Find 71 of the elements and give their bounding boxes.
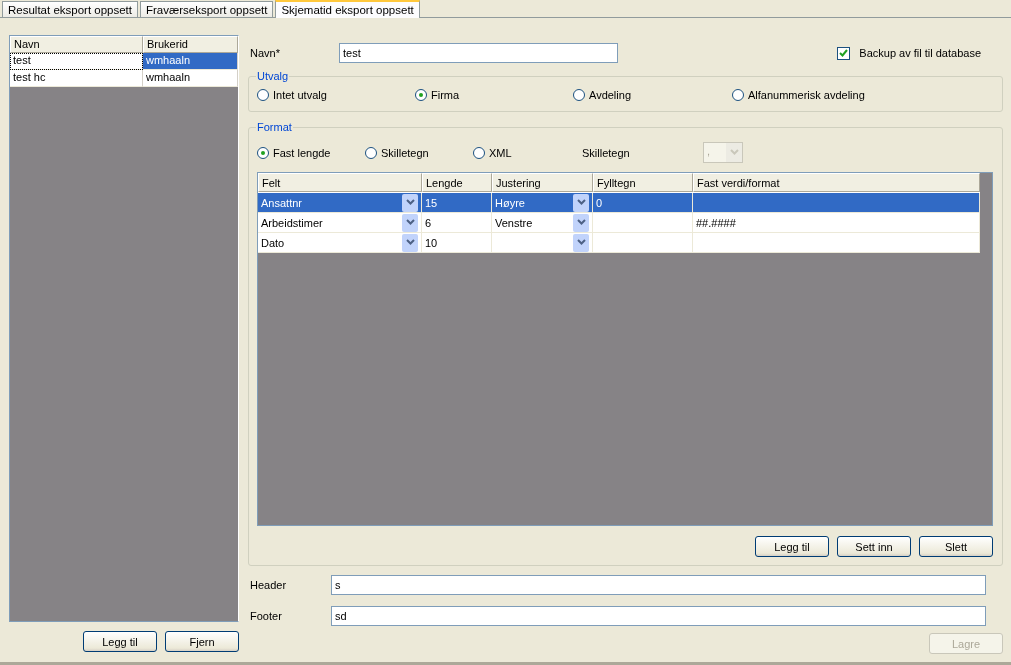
table-cell: Venstre	[492, 213, 593, 233]
table-cell: Arbeidstimer	[258, 213, 422, 233]
dropdown-button[interactable]	[402, 233, 418, 252]
table-cell: Dato	[258, 233, 422, 253]
header-field[interactable]: s	[331, 575, 986, 595]
tab[interactable]: Fraværseksport oppsett	[140, 1, 274, 17]
separator-label: Skilletegn	[582, 146, 631, 159]
tab[interactable]: Resultat eksport oppsett	[2, 1, 138, 17]
header-label: Header	[250, 579, 288, 591]
chevron-down-icon	[405, 239, 415, 246]
name-label: Navn*	[250, 47, 281, 59]
table-cell: 15	[422, 193, 492, 213]
dropdown-button[interactable]	[402, 193, 418, 212]
table-cell: 6	[422, 213, 492, 233]
list-row[interactable]: test wmhaaln	[10, 53, 238, 70]
radio-button[interactable]	[732, 89, 744, 101]
radio-button[interactable]	[257, 146, 269, 159]
grid-row[interactable]: Dato 10	[258, 233, 980, 253]
column-header[interactable]: Justering	[492, 173, 593, 192]
list-button[interactable]: Fjern	[165, 631, 239, 652]
name-field[interactable]: test	[339, 43, 618, 63]
radio-option[interactable]: Intet utvalg	[257, 89, 415, 101]
grid-row[interactable]: Arbeidstimer 6 Venstre ##.####	[258, 213, 980, 233]
radio-button[interactable]	[365, 146, 377, 159]
radio-button[interactable]	[415, 89, 427, 101]
column-header[interactable]: Lengde	[422, 173, 492, 192]
radio-button[interactable]	[257, 89, 269, 101]
dropdown-button[interactable]	[573, 213, 589, 232]
chevron-down-icon	[576, 199, 586, 206]
chevron-down-icon	[576, 219, 586, 226]
table-cell: wmhaaln	[143, 70, 238, 87]
column-header[interactable]: Felt	[258, 173, 422, 192]
footer-field[interactable]: sd	[331, 606, 986, 626]
table-cell: 10	[422, 233, 492, 253]
table-cell: Ansattnr	[258, 193, 422, 213]
backup-label: Backup av fil til database	[859, 47, 981, 59]
radio-option[interactable]: Alfanummerisk avdeling	[732, 89, 932, 101]
grid-row[interactable]: Ansattnr 15 Høyre 0	[258, 193, 980, 213]
dropdown-button[interactable]	[402, 213, 418, 232]
list-button[interactable]: Legg til	[83, 631, 157, 652]
radio-option[interactable]: XML	[473, 146, 582, 159]
grid-button[interactable]: Sett inn	[837, 536, 911, 557]
radio-option[interactable]: Skilletegn	[365, 146, 473, 159]
footer-label: Footer	[250, 610, 283, 622]
list-row[interactable]: test hc wmhaaln	[10, 70, 238, 87]
chevron-down-icon	[405, 199, 415, 206]
table-cell: 0	[593, 193, 693, 213]
table-cell: wmhaaln	[143, 53, 238, 70]
column-header[interactable]: Fylltegn	[593, 173, 693, 192]
table-cell: Høyre	[492, 193, 593, 213]
radio-option[interactable]: Avdeling	[573, 89, 732, 101]
dropdown-button[interactable]	[573, 233, 589, 252]
column-header[interactable]: Fast verdi/format	[693, 173, 980, 192]
grid-button[interactable]: Slett	[919, 536, 993, 557]
group-title: Utvalg	[256, 70, 290, 82]
chevron-down-icon	[576, 239, 586, 246]
radio-button[interactable]	[473, 146, 485, 159]
group-title: Format	[256, 121, 293, 133]
backup-checkbox[interactable]	[837, 46, 851, 60]
table-cell: ##.####	[693, 213, 980, 233]
table-cell: test hc	[10, 70, 143, 87]
column-header[interactable]: Brukerid	[143, 36, 238, 53]
tab[interactable]: Skjematid eksport oppsett	[275, 0, 420, 18]
grid-button[interactable]: Legg til	[755, 536, 829, 557]
dropdown-button[interactable]	[573, 193, 589, 212]
radio-button[interactable]	[573, 89, 585, 101]
radio-option[interactable]: Fast lengde	[257, 146, 365, 159]
column-header[interactable]: Navn	[10, 36, 143, 53]
radio-option[interactable]: Firma	[415, 89, 573, 101]
chevron-down-icon	[729, 149, 739, 156]
chevron-down-icon	[405, 219, 415, 226]
